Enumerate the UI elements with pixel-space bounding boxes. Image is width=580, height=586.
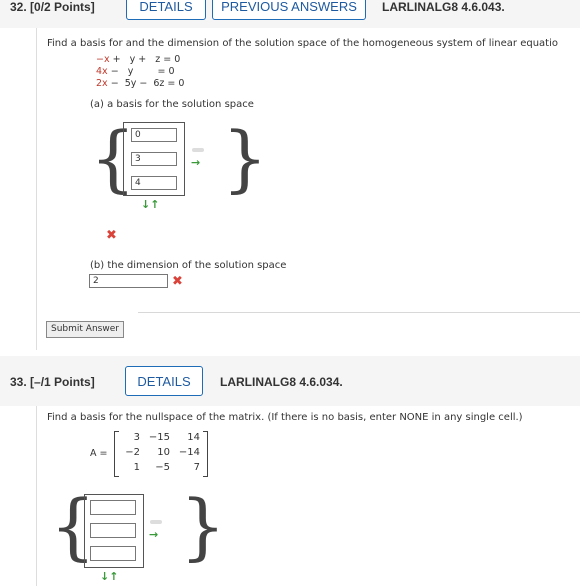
matrix-cell: −15: [148, 432, 170, 443]
q33-header: 33. [–/1 Points] DETAILS LARLINALG8 4.6.…: [0, 356, 580, 406]
remove-vector-icon[interactable]: [192, 148, 204, 152]
matrix-cell: 3: [133, 432, 140, 443]
q32-equation-2: 4x − y = 0: [96, 66, 175, 77]
matrix-cell: −2: [125, 447, 140, 458]
q32-vector-cell-1[interactable]: [131, 128, 177, 142]
matrix-cell: 14: [187, 432, 200, 443]
q32-header: 32. [0/2 Points] DETAILS PREVIOUS ANSWER…: [0, 0, 580, 28]
add-vector-icon[interactable]: →: [149, 528, 158, 541]
right-brace: }: [180, 484, 226, 568]
q32-dimension-input[interactable]: [89, 274, 168, 288]
q32-equation-3: 2x − 5y − 6z = 0: [96, 78, 185, 89]
matrix-cell: 7: [193, 462, 200, 473]
add-vector-icon[interactable]: →: [191, 156, 200, 169]
resize-vector-icon[interactable]: ↓↑: [141, 198, 159, 211]
q32-details-button[interactable]: DETAILS: [126, 0, 206, 20]
q33-details-button[interactable]: DETAILS: [125, 366, 203, 396]
matrix-cell: −14: [178, 447, 200, 458]
matrix-cell: −5: [155, 462, 170, 473]
q32-equation-1: −x + y + z = 0: [96, 54, 181, 65]
q32-previous-answers-button[interactable]: PREVIOUS ANSWERS: [212, 0, 366, 20]
submit-answer-button[interactable]: Submit Answer: [46, 321, 124, 338]
q33-number: 33. [–/1 Points]: [10, 375, 95, 389]
wrong-icon: ✖: [172, 274, 183, 289]
q32-number: 32. [0/2 Points]: [10, 0, 95, 14]
q32-vector-cell-2[interactable]: [131, 152, 177, 166]
q32-part-a-label: (a) a basis for the solution space: [90, 99, 254, 110]
right-brace: }: [222, 116, 268, 200]
resize-vector-icon[interactable]: ↓↑: [100, 570, 118, 583]
matrix-left-bracket: [114, 431, 119, 477]
q33-vector-cell-1[interactable]: [90, 500, 136, 515]
wrong-icon: ✖: [106, 228, 117, 243]
remove-vector-icon[interactable]: [150, 520, 162, 524]
matrix-right-bracket: [203, 431, 208, 477]
q33-vector-cell-3[interactable]: [90, 546, 136, 561]
q33-prompt: Find a basis for the nullspace of the ma…: [47, 412, 523, 423]
matrix-label: A =: [90, 448, 108, 459]
q33-vector-cell-2[interactable]: [90, 523, 136, 538]
q32-prompt: Find a basis for and the dimension of th…: [47, 38, 558, 49]
matrix-cell: 1: [133, 462, 140, 473]
matrix-cell: 10: [157, 447, 170, 458]
submit-divider: [138, 312, 580, 313]
q32-part-b-label: (b) the dimension of the solution space: [90, 260, 287, 271]
q33-code: LARLINALG8 4.6.034.: [220, 375, 343, 389]
q32-vector-cell-3[interactable]: [131, 176, 177, 190]
q32-code: LARLINALG8 4.6.043.: [382, 0, 505, 14]
